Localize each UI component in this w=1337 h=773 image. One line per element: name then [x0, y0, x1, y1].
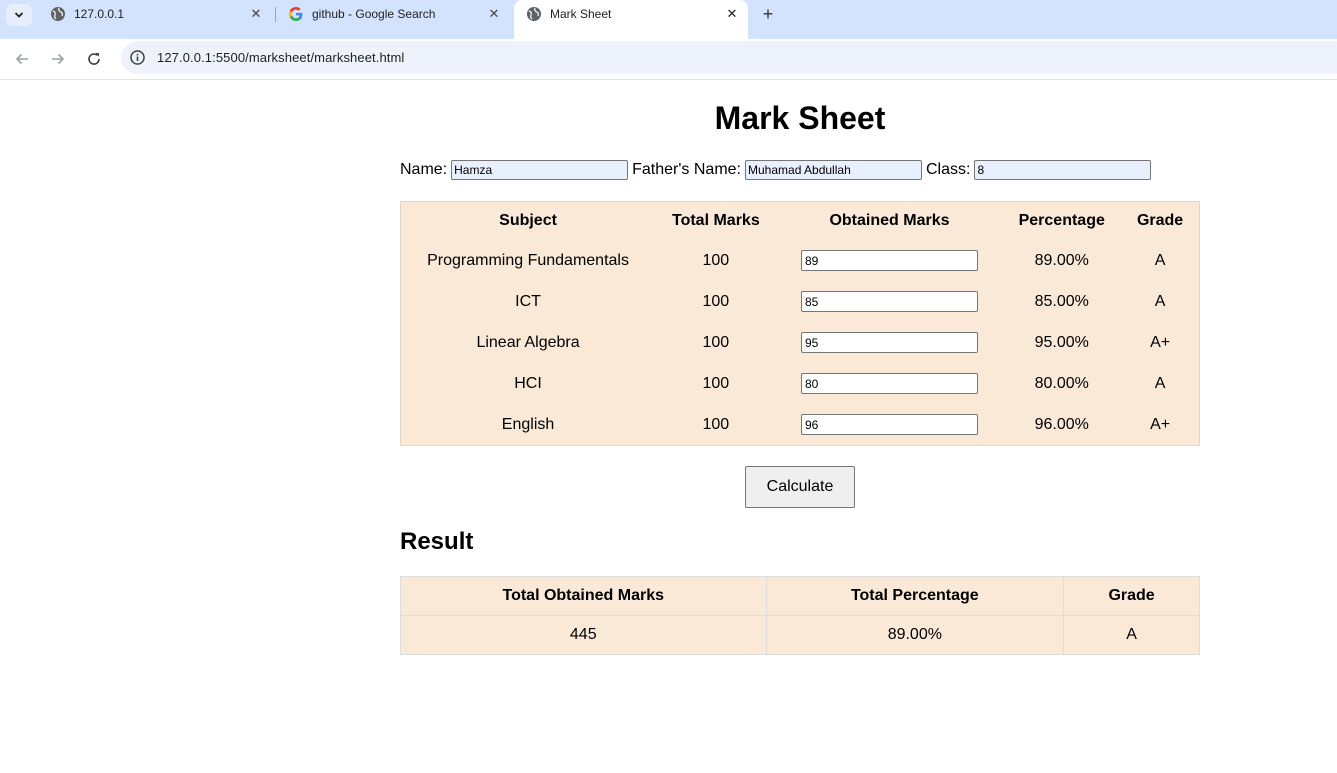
forward-button[interactable]	[46, 47, 70, 71]
table-row: Programming Fundamentals 100 89.00% A	[401, 240, 1199, 281]
new-tab-button[interactable]: +	[758, 4, 778, 24]
column-header-obtained-marks: Obtained Marks	[829, 212, 950, 229]
table-row: HCI 100 80.00% A	[401, 363, 1199, 404]
tab-strip: 127.0.0.1 ✕ github - Google Search ✕ Mar…	[0, 0, 1337, 39]
name-input[interactable]	[451, 160, 629, 180]
reload-button[interactable]	[82, 47, 106, 71]
column-header-subject: Subject	[499, 212, 557, 229]
name-label: Name:	[400, 161, 448, 178]
tab-title: 127.0.0.1	[74, 7, 125, 21]
grade-cell: A	[1154, 374, 1166, 392]
obtained-marks-input[interactable]	[800, 414, 978, 435]
browser-toolbar: 127.0.0.1:5500/marksheet/marksheet.html	[0, 39, 1337, 80]
class-label: Class:	[926, 161, 971, 178]
obtained-marks-input[interactable]	[800, 291, 978, 312]
result-table: Total Obtained Marks Total Percentage Gr…	[400, 576, 1200, 655]
percentage-cell: 96.00%	[1034, 415, 1089, 433]
total-marks-cell: 100	[702, 251, 730, 269]
subject-cell: Programming Fundamentals	[427, 251, 629, 269]
obtained-marks-cell	[777, 281, 1003, 322]
back-button[interactable]	[10, 47, 34, 71]
obtained-marks-cell	[777, 363, 1003, 404]
calculate-button[interactable]: Calculate	[745, 466, 855, 508]
total-marks-cell: 100	[702, 374, 730, 392]
table-row: Linear Algebra 100 95.00% A+	[401, 322, 1199, 363]
tab-title: Mark Sheet	[550, 7, 612, 21]
tab-localhost[interactable]: 127.0.0.1 ✕	[38, 0, 274, 28]
total-marks-cell: 100	[702, 333, 730, 351]
subject-cell: ICT	[515, 292, 541, 310]
subject-cell: HCI	[514, 374, 542, 392]
percentage-cell: 89.00%	[1034, 251, 1089, 269]
percentage-cell: 95.00%	[1034, 333, 1089, 351]
globe-icon	[527, 7, 541, 21]
marks-header-row: Subject Total Marks Obtained Marks Perce…	[401, 202, 1199, 240]
site-info-icon[interactable]	[129, 49, 146, 66]
obtained-marks-cell	[777, 404, 1003, 445]
father-name-label: Father's Name:	[632, 161, 741, 178]
grade-cell: A+	[1150, 415, 1171, 433]
grade-cell: A	[1154, 251, 1166, 269]
grade-cell: A	[1154, 292, 1166, 310]
student-info-row: Name: Father's Name: Class:	[400, 160, 1155, 180]
column-header-percentage: Percentage	[1018, 212, 1105, 229]
result-row: 445 89.00% A	[400, 615, 1200, 655]
total-marks-cell: 100	[702, 415, 730, 433]
obtained-marks-cell	[777, 240, 1003, 281]
chevron-down-icon	[14, 12, 24, 18]
close-tab-icon[interactable]: ✕	[248, 6, 264, 22]
result-header-row: Total Obtained Marks Total Percentage Gr…	[400, 576, 1200, 616]
result-heading: Result	[400, 528, 474, 555]
google-icon	[289, 7, 303, 21]
total-percentage-cell: 89.00%	[765, 615, 1065, 655]
column-header-total-marks: Total Marks	[671, 212, 760, 229]
reload-icon	[88, 52, 100, 65]
url-text: 127.0.0.1:5500/marksheet/marksheet.html	[157, 50, 405, 65]
class-input[interactable]	[974, 160, 1152, 180]
tab-mark-sheet[interactable]: Mark Sheet ✕	[514, 0, 748, 39]
calculate-container: Calculate	[400, 466, 1200, 508]
arrow-right-icon	[52, 53, 65, 65]
globe-icon	[51, 7, 65, 21]
total-marks-cell: 100	[702, 292, 730, 310]
column-header-result-grade: Grade	[1063, 576, 1200, 616]
obtained-marks-input[interactable]	[800, 250, 978, 271]
obtained-marks-input[interactable]	[800, 373, 978, 394]
percentage-cell: 85.00%	[1034, 292, 1089, 310]
tab-search-button[interactable]	[6, 4, 32, 26]
close-tab-icon[interactable]: ✕	[486, 6, 502, 22]
page-title: Mark Sheet	[714, 100, 886, 136]
plus-icon: +	[762, 3, 774, 24]
obtained-marks-input[interactable]	[800, 332, 978, 353]
grade-cell: A+	[1150, 333, 1171, 351]
subject-cell: English	[501, 415, 555, 433]
table-row: ICT 100 85.00% A	[401, 281, 1199, 322]
table-row: English 100 96.00% A+	[401, 404, 1199, 445]
column-header-total-percentage: Total Percentage	[765, 576, 1065, 616]
tab-title: github - Google Search	[312, 7, 436, 21]
subject-cell: Linear Algebra	[476, 333, 580, 351]
obtained-marks-cell	[777, 322, 1003, 363]
total-obtained-cell: 445	[400, 615, 767, 655]
column-header-total-obtained: Total Obtained Marks	[400, 576, 767, 616]
address-bar[interactable]: 127.0.0.1:5500/marksheet/marksheet.html	[121, 41, 1337, 74]
close-tab-icon[interactable]: ✕	[724, 6, 740, 22]
tab-google-search[interactable]: github - Google Search ✕	[276, 0, 512, 28]
percentage-cell: 80.00%	[1034, 374, 1089, 392]
father-name-input[interactable]	[745, 160, 922, 180]
result-grade-cell: A	[1063, 615, 1200, 655]
marks-table: Subject Total Marks Obtained Marks Perce…	[400, 201, 1200, 446]
column-header-grade: Grade	[1136, 212, 1184, 229]
arrow-left-icon	[15, 53, 28, 65]
